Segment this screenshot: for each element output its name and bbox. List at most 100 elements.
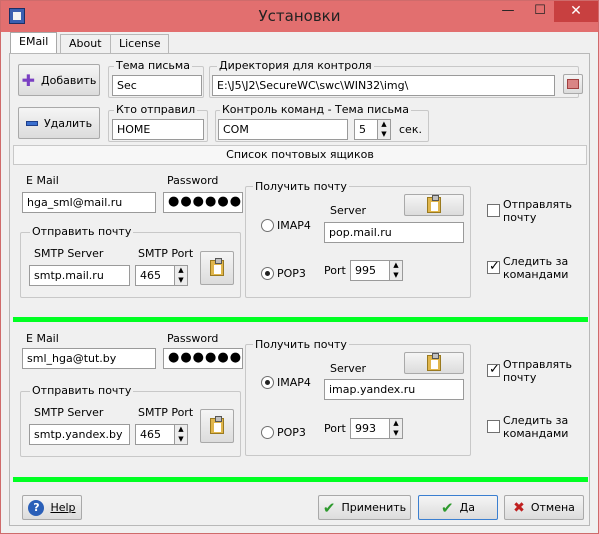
pop3-label: POP3	[277, 267, 306, 280]
checkmark-icon: ✔	[441, 498, 454, 517]
imap4-radio[interactable]	[261, 219, 274, 232]
smtp-port-input[interactable]: 465	[135, 424, 175, 445]
plus-icon: ✚	[21, 70, 36, 90]
interval-unit: сек.	[399, 123, 422, 136]
email-label: E Mail	[26, 174, 59, 187]
password-label: Password	[167, 174, 219, 187]
title-bar: Установки — ☐ ✕	[1, 1, 598, 32]
port-spinner[interactable]: ▲ ▼	[389, 418, 403, 439]
clipboard-icon	[210, 258, 224, 276]
clipboard-icon	[210, 416, 224, 434]
server-label: Server	[330, 204, 367, 217]
pop3-label: POP3	[277, 426, 306, 439]
pop3-radio[interactable]	[261, 267, 274, 280]
email-tab-panel: ✚ Добавить Удалить Тема письма Sec Дирек…	[9, 53, 590, 526]
server-input[interactable]: pop.mail.ru	[324, 222, 464, 243]
smtp-server-input[interactable]: smtp.mail.ru	[29, 265, 130, 286]
send-mail-checkbox[interactable]	[487, 362, 500, 377]
email-input[interactable]: sml_hga@tut.by	[22, 348, 156, 369]
watch-commands-checkbox-label: Следить за командами	[503, 414, 569, 440]
paste-smtp-button[interactable]	[200, 409, 234, 443]
delete-button[interactable]: Удалить	[18, 107, 100, 139]
apply-button-label: Применить	[341, 501, 407, 514]
server-label: Server	[330, 362, 367, 375]
ok-button[interactable]: ✔ Да	[418, 495, 498, 520]
mailbox-list-header: Список почтовых ящиков	[13, 145, 587, 165]
server-input[interactable]: imap.yandex.ru	[324, 379, 464, 400]
smtp-server-input[interactable]: smtp.yandex.by	[29, 424, 130, 445]
separator-line	[13, 477, 588, 482]
command-label: Контроль команд - Тема письма	[220, 103, 411, 116]
minus-icon	[25, 120, 38, 126]
smtp-port-input[interactable]: 465	[135, 265, 175, 286]
pop3-radio[interactable]	[261, 426, 274, 439]
interval-spinner[interactable]: ▲ ▼	[377, 119, 391, 140]
email-input[interactable]: hga_sml@mail.ru	[22, 192, 156, 213]
help-icon: ?	[28, 499, 45, 516]
port-input[interactable]: 993	[350, 418, 390, 439]
paste-smtp-button[interactable]	[200, 251, 234, 285]
tab-about[interactable]: About	[60, 34, 111, 54]
settings-window: Установки — ☐ ✕ EMail About License ✚ До…	[0, 0, 599, 534]
imap4-label: IMAP4	[277, 219, 311, 232]
port-input[interactable]: 995	[350, 260, 390, 281]
minimize-button[interactable]: —	[493, 1, 523, 22]
imap4-radio[interactable]	[261, 376, 274, 389]
interval-input[interactable]: 5	[354, 119, 378, 140]
add-button[interactable]: ✚ Добавить	[18, 64, 100, 96]
smtp-server-label: SMTP Server	[34, 247, 104, 260]
apply-button[interactable]: ✔ Применить	[318, 495, 411, 520]
smtp-port-label: SMTP Port	[138, 247, 194, 260]
smtp-port-spinner[interactable]: ▲ ▼	[174, 265, 188, 286]
receive-mail-label: Получить почту	[253, 180, 349, 193]
send-mail-checkbox-label: Отправлять почту	[503, 358, 573, 384]
client-area: EMail About License ✚ Добавить Удалить Т…	[9, 32, 590, 526]
add-button-label: Добавить	[41, 73, 97, 87]
clipboard-icon	[427, 195, 441, 213]
sender-input[interactable]: HOME	[112, 119, 204, 140]
paste-server-button[interactable]	[404, 194, 464, 216]
maximize-button[interactable]: ☐	[525, 1, 555, 22]
smtp-server-label: SMTP Server	[34, 406, 104, 419]
receive-mail-label: Получить почту	[253, 338, 349, 351]
clipboard-icon	[427, 353, 441, 371]
ok-button-label: Да	[459, 501, 475, 514]
sender-label: Кто отправил	[114, 103, 198, 116]
paste-server-button[interactable]	[404, 352, 464, 374]
watch-commands-checkbox[interactable]	[487, 259, 500, 274]
email-label: E Mail	[26, 332, 59, 345]
cancel-button[interactable]: ✖ Отмена	[504, 495, 584, 520]
subject-label: Тема письма	[114, 59, 192, 72]
password-input[interactable]: ●●●●●●●●●	[163, 192, 243, 213]
folder-icon	[567, 79, 579, 89]
x-icon: ✖	[513, 499, 525, 516]
send-mail-label: Отправить почту	[30, 384, 134, 397]
close-button[interactable]: ✕	[554, 1, 598, 22]
delete-button-label: Удалить	[43, 116, 93, 130]
separator-line	[13, 317, 588, 322]
tab-license[interactable]: License	[110, 34, 170, 54]
port-label: Port	[324, 264, 346, 277]
password-label: Password	[167, 332, 219, 345]
command-input[interactable]: COM	[218, 119, 348, 140]
send-mail-checkbox[interactable]	[487, 204, 500, 217]
browse-folder-button[interactable]	[563, 74, 583, 94]
port-spinner[interactable]: ▲ ▼	[389, 260, 403, 281]
help-button-label: Help	[50, 501, 76, 514]
directory-input[interactable]: E:\J5\J2\SecureWC\swc\WIN32\img\	[212, 75, 555, 96]
subject-input[interactable]: Sec	[112, 75, 202, 96]
help-button[interactable]: ? Help	[22, 495, 82, 520]
checkmark-icon: ✔	[322, 498, 336, 517]
tab-email[interactable]: EMail	[10, 32, 58, 54]
send-mail-label: Отправить почту	[30, 225, 134, 238]
imap4-label: IMAP4	[277, 376, 311, 389]
smtp-port-spinner[interactable]: ▲ ▼	[174, 424, 188, 445]
directory-label: Директория для контроля	[217, 59, 374, 72]
port-label: Port	[324, 422, 346, 435]
watch-commands-checkbox-label: Следить за командами	[503, 255, 569, 281]
password-input[interactable]: ●●●●●●●●●	[163, 348, 243, 369]
smtp-port-label: SMTP Port	[138, 406, 194, 419]
send-mail-checkbox-label: Отправлять почту	[503, 198, 573, 224]
watch-commands-checkbox[interactable]	[487, 420, 500, 433]
cancel-button-label: Отмена	[530, 501, 575, 514]
